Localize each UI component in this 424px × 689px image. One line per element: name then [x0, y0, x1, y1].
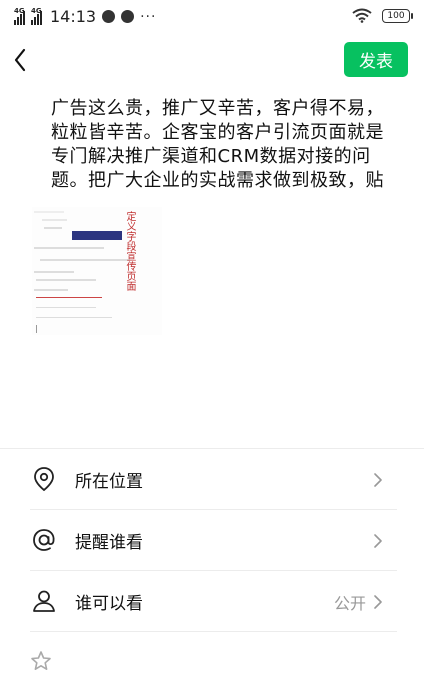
publish-button[interactable]: 发表 — [344, 42, 408, 77]
status-left: 4G 4G 14:13 ··· — [14, 7, 156, 26]
post-text[interactable]: 广告这么贵，推广又辛苦，客户得不易，粒粒皆辛苦。企客宝的客户引流页面就是专门解决… — [51, 97, 386, 191]
network-type-label: 4G — [14, 6, 25, 15]
chevron-right-icon — [374, 595, 382, 609]
location-pin-icon — [34, 467, 54, 492]
image-overlay-text: 定义字段宣传页面 — [124, 211, 135, 291]
battery-icon: 100 — [382, 8, 413, 23]
location-label: 所在位置 — [75, 472, 143, 492]
network-type-label-2: 4G — [31, 6, 42, 15]
status-time: 14:13 — [50, 7, 97, 26]
star-icon[interactable] — [30, 650, 52, 672]
location-row[interactable]: 所在位置 — [0, 449, 424, 509]
more-notifications-icon: ··· — [140, 8, 157, 25]
remind-who-row[interactable]: 提醒谁看 — [0, 510, 424, 570]
row-divider — [30, 631, 397, 632]
attached-image-thumbnail[interactable]: 定义字段宣传页面 — [32, 207, 162, 335]
who-can-see-row[interactable]: 谁可以看 公开 — [0, 571, 424, 631]
chevron-right-icon — [374, 534, 382, 548]
back-arrow-icon[interactable] — [8, 44, 36, 76]
at-sign-icon — [33, 529, 55, 551]
who-can-see-value: 公开 — [333, 594, 366, 613]
status-right: 100 — [352, 8, 413, 23]
wifi-icon — [352, 8, 372, 23]
notification-icon — [102, 10, 116, 23]
remind-who-label: 提醒谁看 — [75, 533, 143, 553]
message-notification-icon — [121, 10, 135, 23]
who-can-see-label: 谁可以看 — [75, 594, 143, 614]
person-icon — [33, 590, 55, 612]
signal-icon-2: 4G — [31, 6, 42, 25]
chevron-right-icon — [374, 473, 382, 487]
status-bar: 4G 4G 14:13 ··· 100 — [0, 0, 424, 34]
signal-icon: 4G — [14, 6, 25, 25]
